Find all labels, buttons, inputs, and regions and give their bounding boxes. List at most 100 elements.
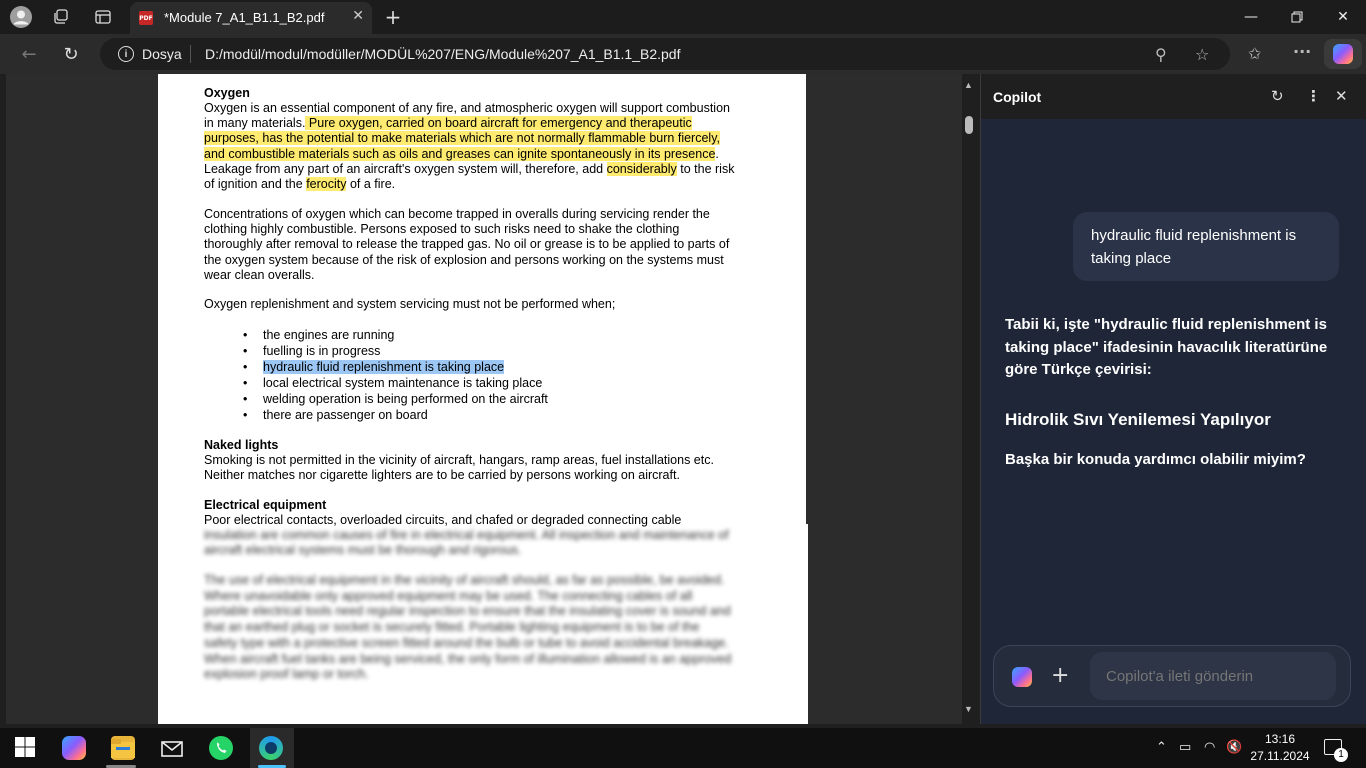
- highlighted-text[interactable]: purposes, has the potential to make mate…: [204, 131, 720, 146]
- highlighted-text[interactable]: and combustible materials such as oils a…: [204, 146, 716, 161]
- text-line: that an earthed plug or socket is secure…: [204, 620, 700, 635]
- list-item: local electrical system maintenance is t…: [243, 376, 548, 392]
- text-segment: Leakage from any part of an aircraft's o…: [204, 161, 604, 176]
- copilot-logo-icon: [1012, 667, 1032, 687]
- heading-electrical: Electrical equipment: [204, 498, 327, 512]
- text-segment: .: [715, 146, 719, 161]
- text-line: Smoking is not permitted in the vicinity…: [204, 453, 714, 467]
- tab-active[interactable]: PDF *Module 7_A1_B1.1_B2.pdf ✕: [130, 2, 372, 34]
- text-segment: of a fire.: [346, 177, 396, 192]
- title-bar: PDF *Module 7_A1_B1.1_B2.pdf ✕ + — ✕: [0, 0, 1366, 34]
- wifi-icon[interactable]: ◠: [1204, 740, 1215, 755]
- divider: [190, 45, 191, 63]
- info-icon[interactable]: i: [118, 46, 134, 62]
- back-arrow-icon[interactable]: ←: [16, 42, 42, 66]
- close-tab-icon[interactable]: ✕: [352, 8, 364, 24]
- list-item[interactable]: hydraulic fluid replenishment is taking …: [243, 360, 548, 376]
- highlighted-text[interactable]: considerably: [606, 161, 677, 176]
- text-line: Neither matches nor cigarette lighters a…: [204, 468, 680, 483]
- text-line: and combustible materials such as oils a…: [204, 146, 764, 162]
- favorites-icon[interactable]: ✩: [1248, 44, 1261, 63]
- text-line: the oxygen system because of the risk of…: [204, 252, 724, 267]
- selected-text[interactable]: hydraulic fluid replenishment is taking …: [263, 360, 505, 374]
- pdf-scrollbar[interactable]: ▲ ▼: [962, 74, 976, 724]
- scroll-up-icon[interactable]: ▲: [964, 80, 973, 90]
- text-line: portable electrical tools need regular i…: [204, 604, 731, 619]
- more-options-icon[interactable]: ⋮: [1306, 87, 1321, 105]
- zoom-icon[interactable]: ⚲: [1155, 45, 1167, 64]
- text-line: clothing highly combustible. Persons exp…: [204, 222, 680, 237]
- refresh-icon[interactable]: ↻: [1271, 87, 1284, 105]
- paragraph-oxygen: Oxygen is an essential component of any …: [204, 101, 764, 192]
- text-line: insulation are common causes of fire in …: [204, 528, 729, 543]
- windows-start-icon[interactable]: [14, 736, 38, 760]
- text-line: When aircraft fuel tanks are being servi…: [204, 651, 732, 666]
- text-line: aircraft electrical systems must be thor…: [204, 543, 522, 558]
- add-attachment-icon[interactable]: +: [1051, 663, 1069, 688]
- paragraph-concentrations: Concentrations of oxygen which can becom…: [204, 207, 764, 283]
- more-options-icon[interactable]: ···: [1293, 42, 1311, 61]
- text-line: Concentrations of oxygen which can becom…: [204, 207, 710, 221]
- text-line: Where unavoidable only approved equipmen…: [204, 588, 693, 603]
- paragraph-electrical: Poor electrical contacts, overloaded cir…: [204, 513, 764, 559]
- copilot-toolbar-button[interactable]: [1324, 39, 1362, 69]
- message-input[interactable]: [1090, 652, 1336, 700]
- scroll-down-icon[interactable]: ▼: [964, 704, 973, 714]
- clock[interactable]: 13:16 27.11.2024: [1250, 731, 1310, 765]
- paragraph-replenishment: Oxygen replenishment and system servicin…: [204, 297, 616, 311]
- copilot-panel: Copilot ↻ ⋮ ✕ hydraulic fluid replenishm…: [980, 74, 1366, 724]
- heading-oxygen: Oxygen: [204, 86, 250, 100]
- text-line: Oxygen is an essential component of any …: [204, 101, 730, 115]
- address-bar[interactable]: i Dosya D:/modül/modul/modüller/MODÜL%20…: [100, 38, 1230, 70]
- close-window-icon[interactable]: ✕: [1323, 4, 1363, 30]
- scrollbar-thumb[interactable]: [965, 116, 973, 134]
- clock-time: 13:16: [1264, 732, 1296, 746]
- url-text[interactable]: D:/modül/modul/modüller/MODÜL%207/ENG/Mo…: [205, 46, 680, 62]
- taskbar: ⌃ ▭ ◠ 🔇 13:16 27.11.2024 1: [0, 728, 1366, 768]
- notification-badge: 1: [1334, 748, 1348, 762]
- workspaces-icon[interactable]: [50, 6, 72, 28]
- copilot-header: Copilot ↻ ⋮ ✕: [981, 74, 1366, 119]
- user-message-bubble: hydraulic fluid replenishment is taking …: [1073, 212, 1339, 281]
- pdf-icon: PDF: [139, 11, 153, 25]
- text-segment: to the risk: [676, 161, 735, 176]
- paragraph-naked-lights: Smoking is not permitted in the vicinity…: [204, 453, 764, 483]
- text-line: in many materials. Pure oxygen, carried …: [204, 116, 764, 131]
- browser-toolbar: ← ↻ i Dosya D:/modül/modul/modüller/MODÜ…: [0, 34, 1366, 74]
- show-hidden-icons-icon[interactable]: ⌃: [1156, 740, 1167, 755]
- heading-naked-lights: Naked lights: [204, 438, 279, 452]
- restore-icon[interactable]: [1277, 4, 1317, 30]
- copilot-app-icon[interactable]: [62, 736, 86, 760]
- file-explorer-icon[interactable]: [111, 736, 135, 760]
- text-line: purposes, has the potential to make mate…: [204, 131, 764, 146]
- copilot-logo-icon: [1333, 44, 1353, 64]
- close-panel-icon[interactable]: ✕: [1335, 87, 1348, 105]
- edge-browser-icon[interactable]: [259, 736, 283, 760]
- list-item: there are passenger on board: [243, 408, 548, 424]
- mail-icon[interactable]: [160, 736, 184, 760]
- refresh-icon[interactable]: ↻: [58, 42, 84, 66]
- clock-date: 27.11.2024: [1250, 749, 1310, 763]
- profile-icon[interactable]: [10, 6, 32, 28]
- tab-title: *Module 7_A1_B1.1_B2.pdf: [164, 10, 325, 25]
- favorite-star-icon[interactable]: ☆: [1195, 45, 1209, 64]
- new-tab-icon[interactable]: +: [382, 5, 404, 29]
- text-line: wear clean overalls.: [204, 267, 315, 282]
- highlighted-text[interactable]: Pure oxygen, carried on board aircraft f…: [305, 116, 692, 131]
- list-item: fuelling is in progress: [243, 344, 548, 360]
- whatsapp-icon[interactable]: [209, 736, 233, 760]
- reply-translation: Hidrolik Sıvı Yenilemesi Yapılıyor: [1005, 410, 1271, 429]
- address-scheme: Dosya: [142, 46, 182, 62]
- battery-icon[interactable]: ▭: [1179, 740, 1191, 755]
- highlighted-text[interactable]: ferocity: [306, 177, 347, 192]
- assistant-reply: Tabii ki, işte "hydraulic fluid replenis…: [1005, 316, 1328, 378]
- pdf-page: Oxygen Oxygen is an essential component …: [158, 74, 806, 724]
- text-line: explosion proof lamp or torch.: [204, 667, 369, 682]
- list-item: welding operation is being performed on …: [243, 392, 548, 408]
- text-line: Leakage from any part of an aircraft's o…: [204, 161, 764, 177]
- vertical-tabs-icon[interactable]: [92, 6, 114, 28]
- volume-muted-icon[interactable]: 🔇: [1226, 740, 1242, 755]
- minimize-icon[interactable]: —: [1231, 4, 1271, 30]
- text-line: The use of electrical equipment in the v…: [204, 573, 725, 587]
- text-line: of ignition and the ferocity of a fire.: [204, 177, 764, 192]
